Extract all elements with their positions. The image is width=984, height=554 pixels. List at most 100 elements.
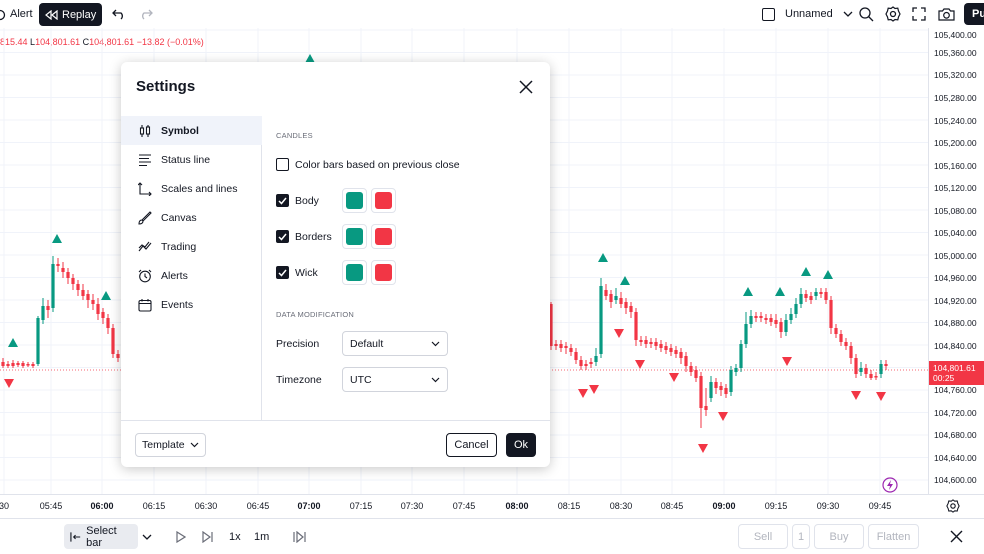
borders-checkbox[interactable] [276,230,289,243]
body-up-color-swatch[interactable] [342,188,367,213]
step-forward-button[interactable] [202,524,214,549]
time-tick-label: 08:45 [660,501,684,511]
candle-body [669,348,673,352]
axis-settings-button[interactable] [946,499,960,513]
publish-button[interactable]: Pu [964,3,984,25]
sidebar-item-trading[interactable]: Trading [121,232,262,261]
redo-button[interactable] [139,3,153,25]
color-swatch [346,192,363,209]
template-button[interactable]: Template [135,433,206,457]
dialog-close-button[interactable] [517,78,535,96]
color-prev-close-row[interactable]: Color bars based on previous close [276,158,460,171]
candle-body [36,318,40,364]
candle-body [819,292,823,294]
wick-checkbox[interactable] [276,266,289,279]
price-tick-label: 105,280.00 [934,93,977,103]
candle-body [674,350,678,354]
chevron-down-icon [142,534,152,540]
sidebar-item-status-line[interactable]: Status line [121,145,262,174]
color-swatch [375,192,392,209]
buy-label: Buy [829,530,849,543]
cancel-button[interactable]: Cancel [446,433,497,457]
chevron-down-icon [843,11,853,17]
speed-label: 1x [229,530,241,543]
candle-body [814,292,818,296]
trading-icon [138,241,152,251]
body-checkbox[interactable] [276,194,289,207]
price-axis[interactable]: 104,801.61 00:25 105,400.00 105,360.00 105… [928,28,984,494]
candle-body [46,306,50,310]
ok-button[interactable]: Ok [506,433,536,457]
candle-body [589,362,593,364]
timezone-value: UTC [350,373,372,386]
replay-button[interactable]: Replay [39,3,103,26]
candle-body [869,374,873,378]
buy-button[interactable]: Buy [814,524,864,549]
sell-button[interactable]: Sell [738,524,788,549]
jump-to-realtime-button[interactable] [293,524,306,549]
fullscreen-button[interactable] [912,3,926,25]
buy-signal-marker [743,287,753,296]
candle-body [644,340,648,344]
step-forward-icon [202,530,213,543]
sidebar-item-label: Alerts [161,269,188,282]
precision-select[interactable]: Default [342,331,448,356]
sell-signal-marker [851,391,861,400]
time-axis[interactable]: 30 05:45 06:00 06:15 06:30 06:45 07:00 07:15 07:… [0,494,984,518]
flatten-button[interactable]: Flatten [868,524,919,549]
scales-icon [138,181,152,196]
candle-body [799,294,803,304]
quantity-field[interactable]: 1 [792,524,810,549]
price-tick-label: 105,240.00 [934,116,977,126]
sidebar-item-scales[interactable]: Scales and lines [121,174,262,203]
play-icon [176,530,186,543]
select-bar-button[interactable]: Select bar [64,524,138,549]
sidebar-item-canvas[interactable]: Canvas [121,203,262,232]
candle-body [784,320,788,332]
candle-body [824,292,828,300]
candle-body [884,364,888,366]
wick-row[interactable]: Wick [276,266,318,279]
close-replay-button[interactable] [950,524,963,549]
realtime-indicator[interactable] [882,477,898,493]
price-tick-label: 104,600.00 [934,475,977,485]
time-tick-label: 06:30 [194,501,218,511]
sidebar-item-symbol[interactable]: Symbol [121,116,262,145]
borders-row[interactable]: Borders [276,230,332,243]
play-button[interactable] [176,524,186,549]
sidebar-item-label: Scales and lines [161,182,238,195]
dialog-footer: Template Cancel Ok [121,420,550,467]
body-down-color-swatch[interactable] [371,188,396,213]
interval-label: 1m [254,530,270,543]
candle-body [694,370,698,378]
layout-checkbox[interactable] [762,3,775,25]
alert-button[interactable]: Alert [0,3,33,25]
quick-search-button[interactable] [858,3,874,25]
dialog-title: Settings [136,78,196,95]
layout-menu[interactable]: Unnamed [785,3,853,25]
wick-up-color-swatch[interactable] [342,260,367,285]
select-bar-dropdown[interactable] [142,524,152,549]
speed-button[interactable]: 1x [229,524,241,549]
timezone-select[interactable]: UTC [342,367,448,392]
candle-body [569,348,573,352]
candle-body [739,344,743,368]
candle-body [749,316,753,324]
candle-body [76,284,80,290]
borders-down-color-swatch[interactable] [371,224,396,249]
candle-body [699,376,703,408]
body-row[interactable]: Body [276,194,319,207]
settings-button[interactable] [885,3,901,25]
sidebar-item-events[interactable]: Events [121,290,262,319]
undo-button[interactable] [112,3,126,25]
fullscreen-icon [912,7,926,21]
candle-body [804,294,808,298]
candle-body [86,294,90,300]
snapshot-button[interactable] [938,3,955,25]
candle-body [769,318,773,322]
borders-up-color-swatch[interactable] [342,224,367,249]
wick-down-color-swatch[interactable] [371,260,396,285]
interval-button[interactable]: 1m [254,524,269,549]
sidebar-item-alerts[interactable]: Alerts [121,261,262,290]
color-prev-close-checkbox[interactable] [276,158,289,171]
